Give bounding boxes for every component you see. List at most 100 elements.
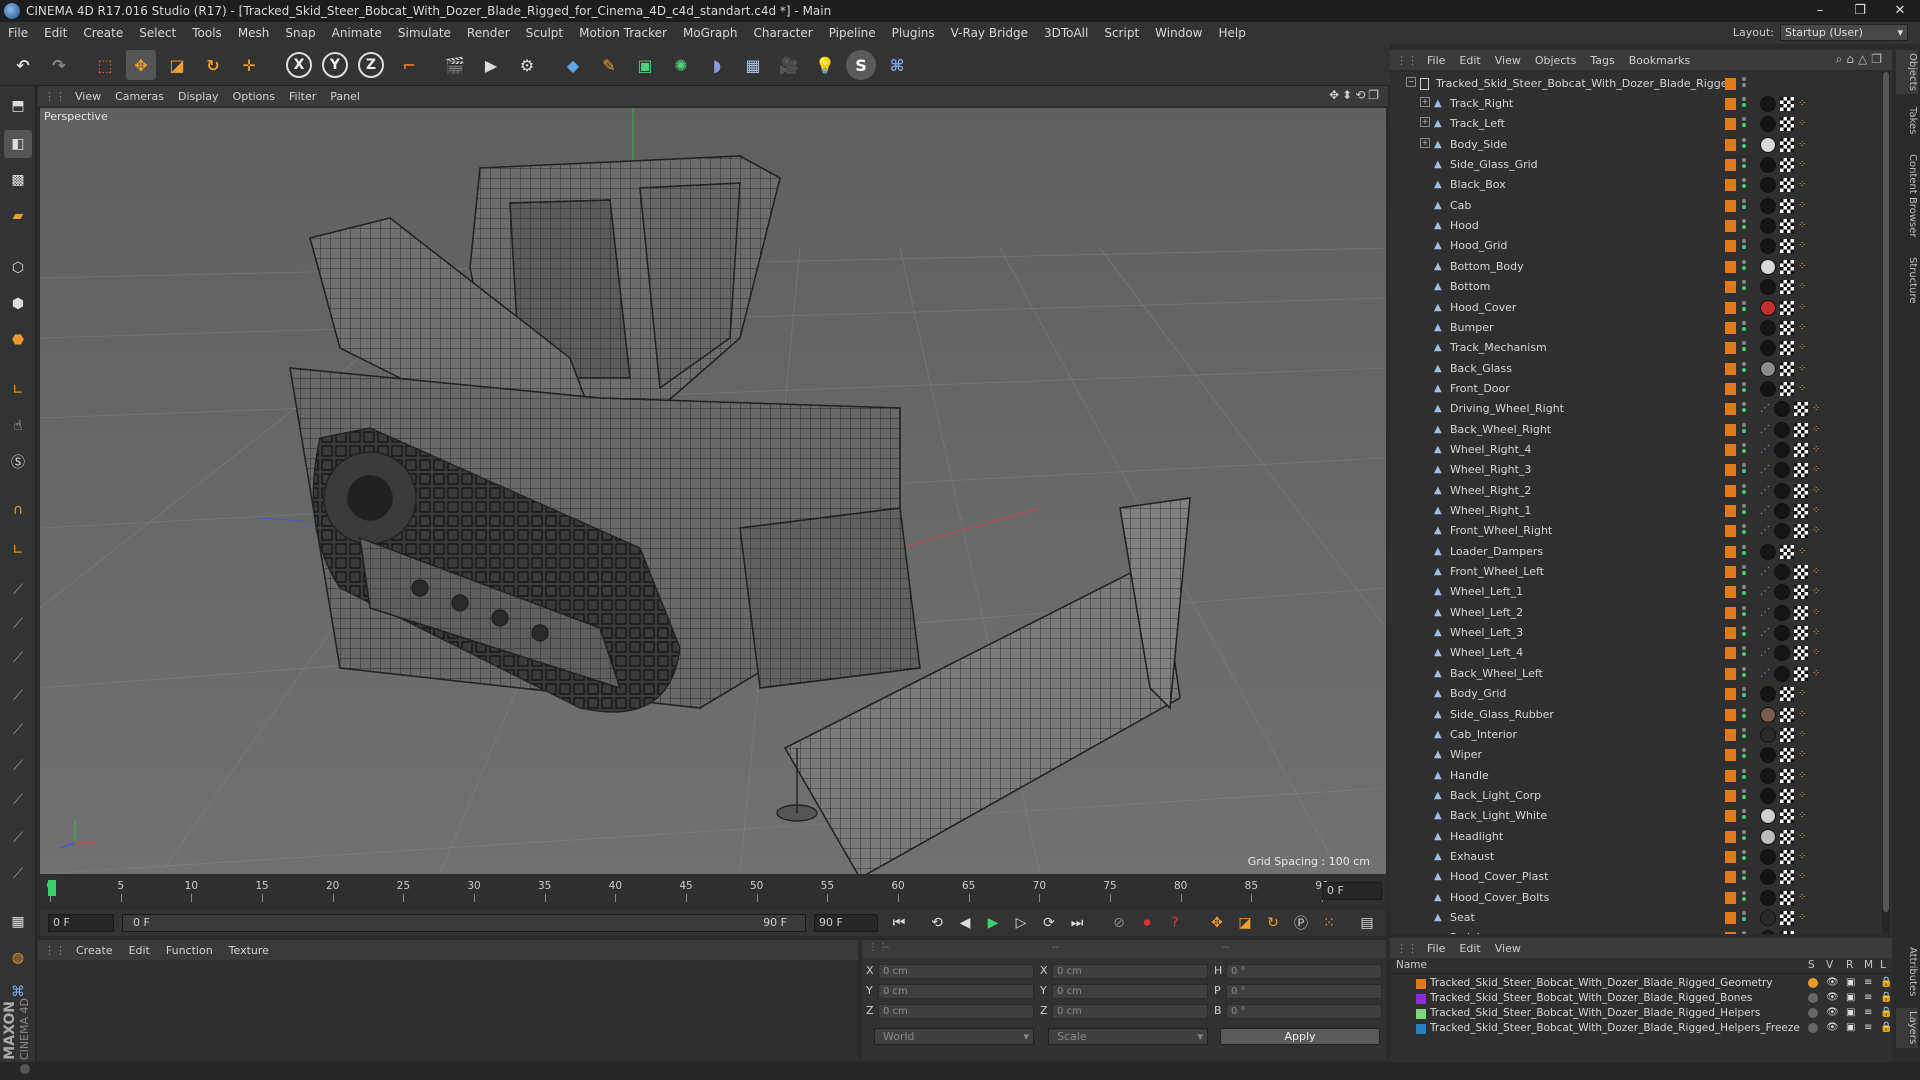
position-y-field[interactable]: 0 cm: [878, 984, 1034, 999]
visibility-dots[interactable]: [1742, 809, 1747, 823]
phong-tag-icon[interactable]: ⁘: [1798, 810, 1810, 822]
rotation-h-field[interactable]: 0 °: [1226, 964, 1382, 979]
material-tag-icon[interactable]: [1760, 828, 1776, 845]
texture-tag-icon[interactable]: [1780, 259, 1794, 274]
menu-file[interactable]: File: [0, 26, 36, 40]
phong-tag-icon[interactable]: ⁘: [1798, 749, 1810, 761]
phong-tag-icon[interactable]: ⁘: [1798, 709, 1810, 721]
texture-tag-icon[interactable]: [1780, 768, 1794, 783]
texture-tag-icon[interactable]: [1780, 809, 1794, 824]
texture-tag-icon[interactable]: [1794, 585, 1808, 600]
expand-icon[interactable]: +: [1420, 137, 1430, 148]
light-icon[interactable]: 💡: [810, 50, 840, 80]
viewport-menu-filter[interactable]: Filter: [282, 90, 323, 103]
phong-tag-icon[interactable]: ⁘: [1798, 770, 1810, 782]
go-to-start-icon[interactable]: ⏮: [888, 913, 910, 933]
menu-select[interactable]: Select: [131, 26, 184, 40]
brush-tool-1-icon[interactable]: ⟋: [4, 576, 32, 604]
material-tag-icon[interactable]: [1760, 238, 1776, 255]
tab-takes[interactable]: Takes: [1896, 104, 1918, 138]
visibility-dots[interactable]: [1742, 748, 1747, 762]
render-toggle-icon[interactable]: ▣: [1846, 977, 1855, 988]
brush-tool-2-icon[interactable]: ⟋: [4, 610, 32, 638]
menu-character[interactable]: Character: [745, 26, 820, 40]
object-row[interactable]: ▲ Hood ⁘: [1390, 216, 1886, 236]
layer-menu-file[interactable]: File: [1420, 942, 1452, 955]
python-icon[interactable]: ⌘: [882, 50, 912, 80]
brush-tool-7-icon[interactable]: ⟋: [4, 786, 32, 814]
next-frame-icon[interactable]: ▷: [1010, 913, 1032, 933]
rig-tag-icon[interactable]: ⋰: [1760, 525, 1772, 537]
visibility-dots[interactable]: [1742, 117, 1747, 131]
phong-tag-icon[interactable]: ⁘: [1812, 647, 1824, 659]
key-position-icon[interactable]: ✥: [1206, 913, 1228, 933]
make-editable-icon[interactable]: ⬒: [4, 92, 32, 120]
object-row[interactable]: ▲ Front_Wheel_Left ⋰ ⁘: [1390, 562, 1886, 582]
rotation-p-field[interactable]: 0 °: [1226, 984, 1382, 999]
texture-mode-icon[interactable]: ▩: [4, 166, 32, 194]
texture-tag-icon[interactable]: [1780, 727, 1794, 742]
texture-tag-icon[interactable]: [1794, 524, 1808, 539]
material-tag-icon[interactable]: [1760, 808, 1776, 825]
end-frame-field[interactable]: 90 F: [814, 914, 878, 932]
texture-tag-icon[interactable]: [1780, 97, 1794, 111]
manager-toggle-icon[interactable]: ≡: [1864, 1007, 1872, 1018]
texture-tag-icon[interactable]: [1794, 504, 1808, 518]
texture-tag-icon[interactable]: [1780, 219, 1794, 234]
visibility-dots[interactable]: [1742, 565, 1747, 579]
material-tag-icon[interactable]: [1760, 279, 1776, 296]
rig-tag-icon[interactable]: ⋰: [1760, 424, 1772, 436]
y-axis-lock-icon[interactable]: Y: [322, 52, 348, 78]
phong-tag-icon[interactable]: ⁘: [1798, 281, 1810, 293]
start-frame-field[interactable]: 0 F: [48, 914, 114, 932]
material-tag-icon[interactable]: [1774, 401, 1790, 418]
object-row[interactable]: ▲ Cab_Interior ⁘: [1390, 725, 1886, 745]
material-tag-icon[interactable]: [1760, 116, 1776, 133]
material-menu-texture[interactable]: Texture: [221, 944, 277, 957]
material-tag-icon[interactable]: [1760, 319, 1776, 336]
material-tag-icon[interactable]: [1760, 869, 1776, 886]
expand-icon[interactable]: +: [1420, 117, 1430, 128]
close-icon[interactable]: ✕: [1880, 0, 1920, 22]
viewport-menu-display[interactable]: Display: [171, 90, 226, 103]
phong-tag-icon[interactable]: ⁘: [1812, 403, 1824, 415]
material-tag-icon[interactable]: [1760, 930, 1776, 934]
phong-tag-icon[interactable]: ⁘: [1798, 322, 1810, 334]
coordinate-system-icon[interactable]: ⌐: [394, 50, 424, 80]
phong-tag-icon[interactable]: ⁘: [1812, 505, 1824, 517]
material-tag-icon[interactable]: [1760, 340, 1776, 357]
texture-tag-icon[interactable]: [1794, 626, 1808, 641]
manager-toggle-icon[interactable]: ≡: [1864, 992, 1872, 1003]
material-tag-icon[interactable]: [1760, 258, 1776, 275]
phong-tag-icon[interactable]: ⁘: [1798, 790, 1810, 802]
polygons-mode-icon[interactable]: ⬣: [4, 326, 32, 354]
phong-tag-icon[interactable]: ⁘: [1798, 342, 1810, 354]
viewport-menu-view[interactable]: View: [68, 90, 108, 103]
render-toggle-icon[interactable]: ▣: [1846, 1022, 1855, 1033]
menu-simulate[interactable]: Simulate: [390, 26, 459, 40]
visibility-dots[interactable]: [1742, 463, 1747, 477]
tweak-mode-icon[interactable]: ☝: [4, 412, 32, 440]
manager-toggle-icon[interactable]: ≡: [1864, 977, 1872, 988]
brush-tool-3-icon[interactable]: ⟋: [4, 644, 32, 672]
object-row[interactable]: ▲ Hood_Grid ⁘: [1390, 236, 1886, 256]
visibility-dots[interactable]: [1742, 504, 1747, 518]
object-row[interactable]: ▲ Hood_Cover_Bolts ⁘: [1390, 888, 1886, 908]
phong-tag-icon[interactable]: ⁘: [1812, 627, 1824, 639]
expand-icon[interactable]: +: [1420, 97, 1430, 107]
texture-tag-icon[interactable]: [1780, 870, 1794, 885]
visible-eye-icon[interactable]: 👁: [1826, 1007, 1839, 1018]
spline-pen-icon[interactable]: ✎: [594, 50, 624, 80]
visibility-dots[interactable]: [1742, 97, 1747, 111]
camera-icon[interactable]: 🎥: [774, 50, 804, 80]
object-row[interactable]: ▲ Headlight ⁘: [1390, 827, 1886, 847]
collapse-icon[interactable]: −: [1406, 77, 1416, 87]
object-menu-view[interactable]: View: [1488, 54, 1528, 67]
texture-tag-icon[interactable]: [1780, 931, 1794, 934]
phong-tag-icon[interactable]: ⁘: [1812, 464, 1824, 476]
phong-tag-icon[interactable]: ⁘: [1798, 546, 1810, 558]
phong-tag-icon[interactable]: ⁘: [1798, 851, 1810, 863]
texture-tag-icon[interactable]: [1780, 158, 1794, 173]
snap-icon[interactable]: Ⓢ: [4, 448, 32, 476]
cloner-icon[interactable]: ✺: [666, 50, 696, 80]
